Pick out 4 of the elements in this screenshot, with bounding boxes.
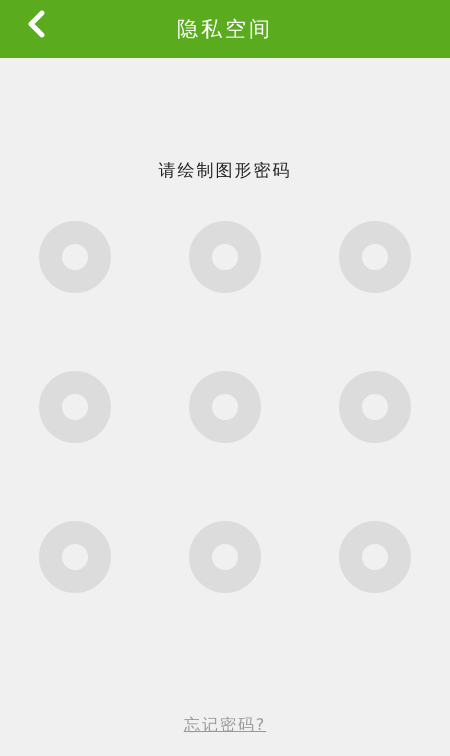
back-icon[interactable] — [26, 10, 46, 38]
prompt-text: 请绘制图形密码 — [158, 160, 292, 182]
page-title: 隐私空间 — [177, 16, 273, 43]
forgot-password-link[interactable]: 忘记密码? — [184, 715, 266, 736]
